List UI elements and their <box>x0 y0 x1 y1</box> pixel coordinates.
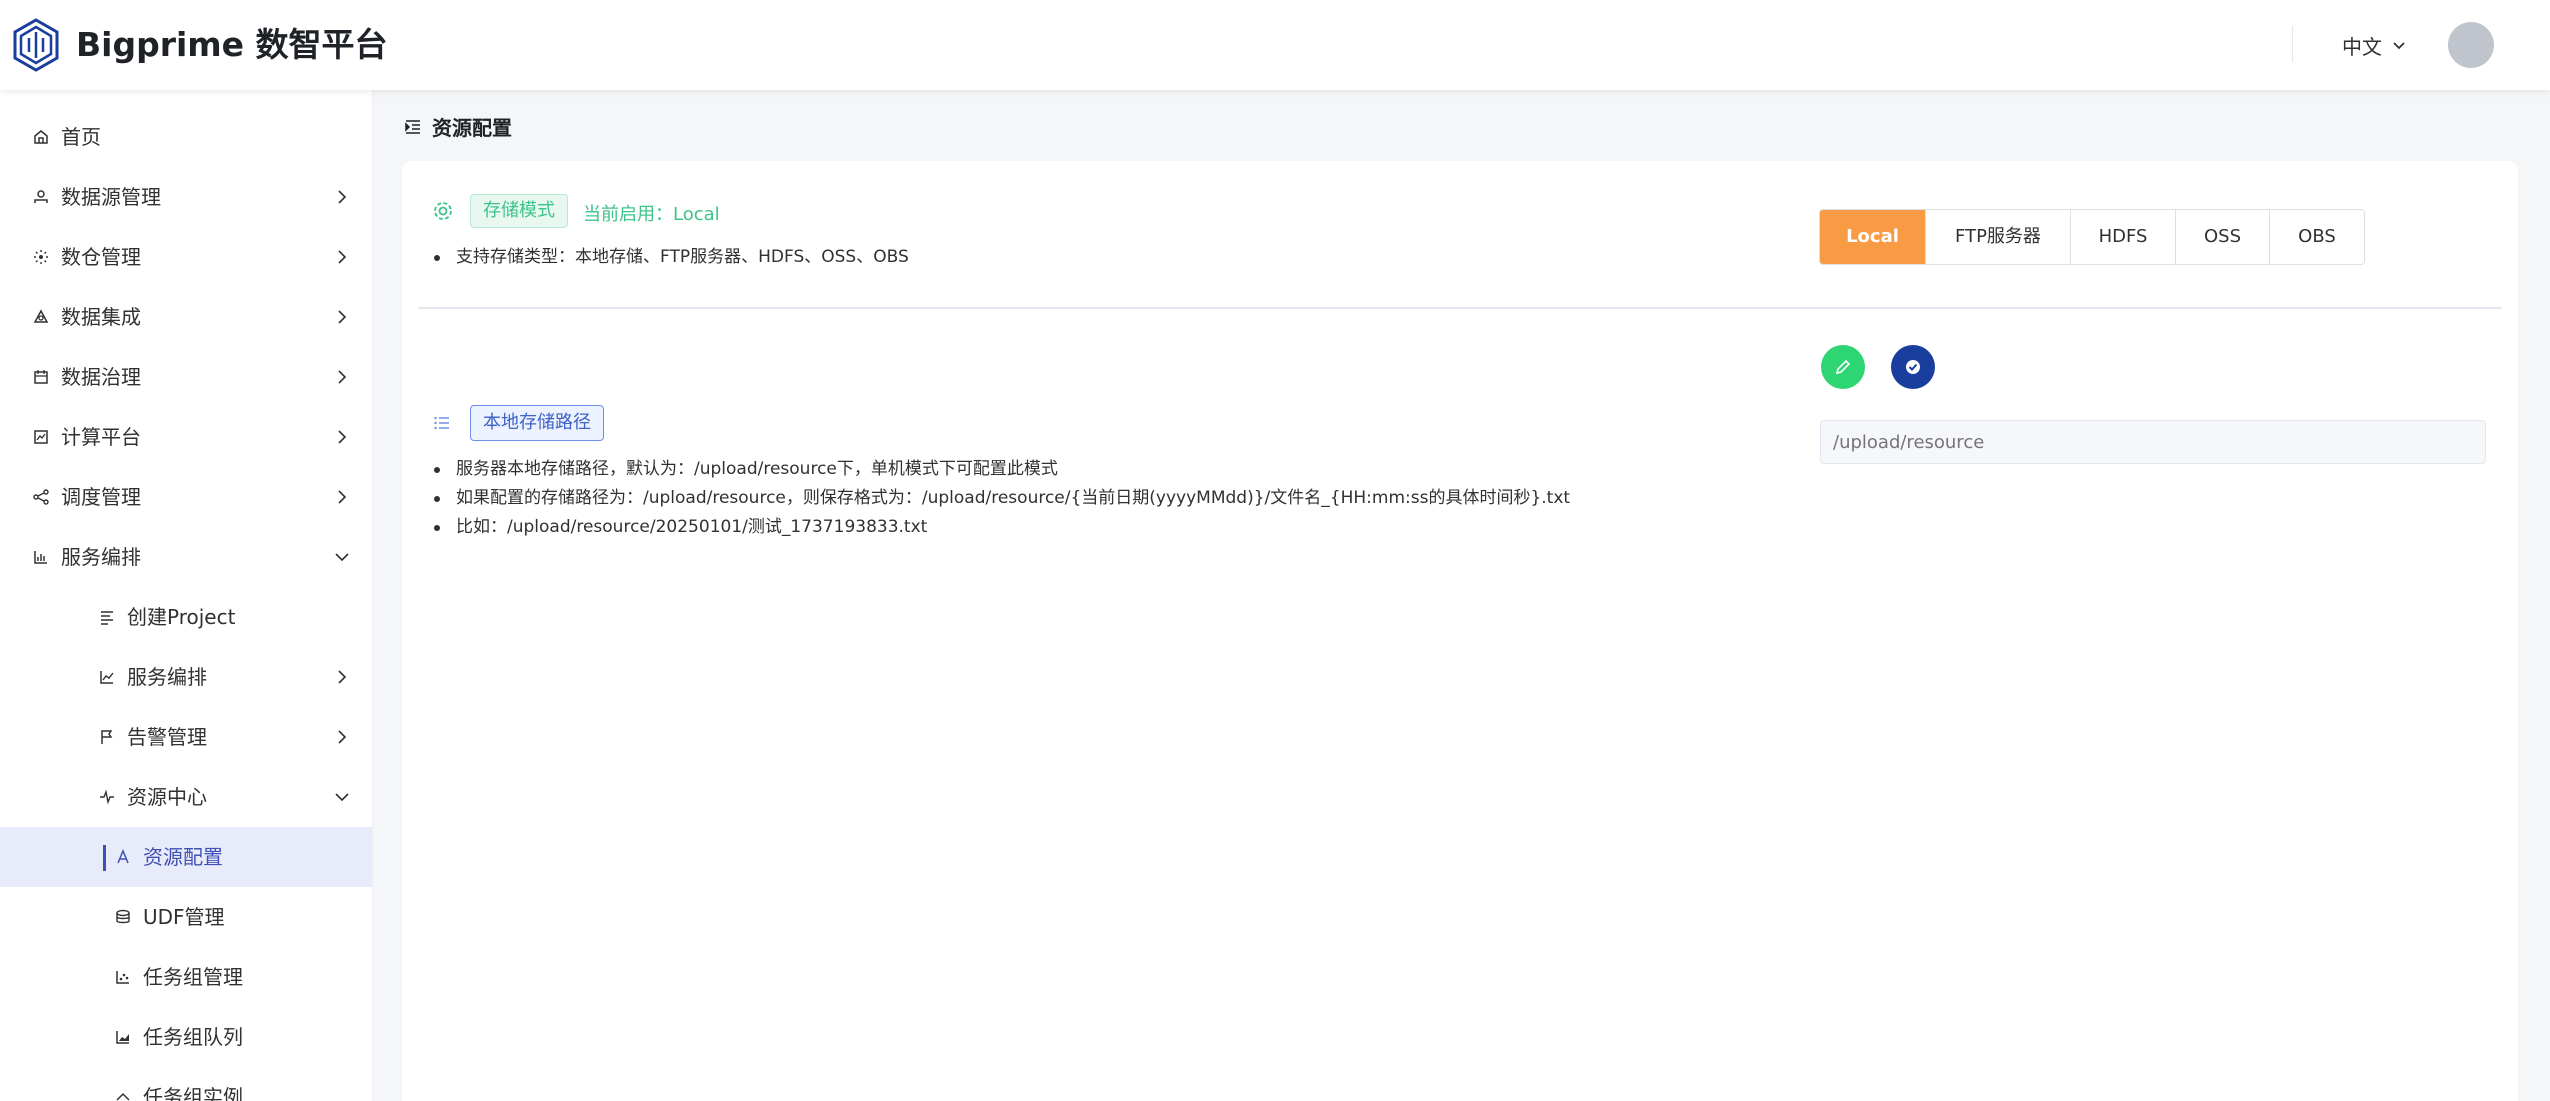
pulse-icon <box>100 789 114 805</box>
list-item: 比如：/upload/resource/20250101/测试_17371938… <box>432 513 1570 542</box>
chevron-down-icon <box>2393 42 2405 50</box>
sidebar-item-label: 服务编排 <box>61 545 141 569</box>
sidebar-item-label: 资源配置 <box>143 845 223 869</box>
list-item: 支持存储类型：本地存储、FTP服务器、HDFS、OSS、OBS <box>432 243 909 272</box>
flag-icon <box>101 730 113 744</box>
check-circle-icon <box>1906 360 1920 374</box>
compute-icon <box>34 430 48 444</box>
indent-icon <box>405 119 420 134</box>
edit-button[interactable] <box>1821 345 1865 389</box>
sidebar-item-label: 任务组实例 <box>143 1085 243 1101</box>
sidebar-item-warehouse[interactable]: 数仓管理 <box>0 227 372 287</box>
storage-path-input[interactable] <box>1820 420 2486 464</box>
text-icon <box>117 849 129 864</box>
chart-icon <box>34 551 47 564</box>
sidebar-item-task-group-manage[interactable]: 任务组管理 <box>0 947 372 1007</box>
mode-obs-button[interactable]: OBS <box>2269 210 2364 264</box>
database-icon <box>116 909 130 924</box>
section-divider <box>418 307 2502 309</box>
sidebar-item-integration[interactable]: 数据集成 <box>0 287 372 347</box>
sidebar-item-udf[interactable]: UDF管理 <box>0 887 372 947</box>
sidebar-item-task-group-queue[interactable]: 任务组队列 <box>0 1007 372 1067</box>
sidebar-item-label: 资源中心 <box>127 785 207 809</box>
sidebar-item-service-orchestration-sub[interactable]: 服务编排 <box>0 647 372 707</box>
top-header: Bigprime 数智平台 中文 <box>0 0 2550 90</box>
chevron-right-icon <box>338 190 347 204</box>
list-item: 如果配置的存储路径为：/upload/resource，则保存格式为：/uplo… <box>432 484 1570 513</box>
sidebar-item-label: 调度管理 <box>61 485 141 509</box>
hexagon-logo-icon[interactable] <box>12 18 60 72</box>
avatar[interactable] <box>2448 22 2494 68</box>
sidebar-item-home[interactable]: 首页 <box>0 107 372 167</box>
list-icon <box>434 416 449 430</box>
chevron-right-icon <box>338 730 347 744</box>
chevron-right-icon <box>338 250 347 264</box>
warehouse-icon <box>34 250 48 264</box>
sidebar-item-label: UDF管理 <box>143 905 225 929</box>
scatter-icon <box>116 971 129 984</box>
sidebar-item-label: 任务组管理 <box>143 965 243 989</box>
sidebar-item-create-project[interactable]: 创建Project <box>0 587 372 647</box>
sidebar-item-label: 创建Project <box>127 605 236 629</box>
sidebar-item-resource-center[interactable]: 资源中心 <box>0 767 372 827</box>
mode-hdfs-button[interactable]: HDFS <box>2070 210 2175 264</box>
sidebar-item-compute[interactable]: 计算平台 <box>0 407 372 467</box>
sidebar-item-schedule[interactable]: 调度管理 <box>0 467 372 527</box>
local-path-tag: 本地存储路径 <box>470 405 604 441</box>
arrow-icon <box>116 1092 130 1101</box>
sidebar: 首页 数据源管理 数仓管理 数据集成 数据治理 计算平台 调度管理 服务编排 创… <box>0 90 373 1101</box>
brand-title: Bigprime 数智平台 <box>76 25 388 64</box>
chevron-right-icon <box>338 430 347 444</box>
mode-ftp-button[interactable]: FTP服务器 <box>1925 210 2070 264</box>
governance-icon <box>34 370 48 384</box>
page-title: 资源配置 <box>404 112 512 141</box>
list-item: 服务器本地存储路径，默认为：/upload/resource下，单机模式下可配置… <box>432 455 1570 484</box>
language-selector[interactable]: 中文 <box>2342 28 2406 62</box>
confirm-button[interactable] <box>1891 345 1935 389</box>
local-path-notes: 服务器本地存储路径，默认为：/upload/resource下，单机模式下可配置… <box>432 455 1570 542</box>
sidebar-item-service-orchestration[interactable]: 服务编排 <box>0 527 372 587</box>
align-icon <box>101 611 113 625</box>
sidebar-item-label: 告警管理 <box>127 725 207 749</box>
sidebar-item-label: 服务编排 <box>127 665 207 689</box>
schedule-icon <box>33 489 49 505</box>
language-label: 中文 <box>2342 34 2382 59</box>
line-chart-icon <box>100 671 114 684</box>
sidebar-item-label: 计算平台 <box>61 425 141 449</box>
mode-local-button[interactable]: Local <box>1820 210 1925 264</box>
sidebar-item-datasource[interactable]: 数据源管理 <box>0 167 372 227</box>
sidebar-item-governance[interactable]: 数据治理 <box>0 347 372 407</box>
storage-mode-tag: 存储模式 <box>470 194 568 228</box>
sidebar-item-label: 数据源管理 <box>61 185 161 209</box>
chevron-right-icon <box>338 670 347 684</box>
pencil-icon <box>1835 359 1851 375</box>
sidebar-item-alerts[interactable]: 告警管理 <box>0 707 372 767</box>
gear-icon <box>434 202 452 220</box>
current-mode-status: 当前启用：Local <box>583 204 720 225</box>
storage-mode-switch: Local FTP服务器 HDFS OSS OBS <box>1819 209 2365 265</box>
home-icon <box>34 130 48 144</box>
sidebar-item-resource-config[interactable]: 资源配置 <box>0 827 372 887</box>
chevron-right-icon <box>338 370 347 384</box>
page-title-text: 资源配置 <box>432 116 512 140</box>
sidebar-item-label: 首页 <box>61 125 101 149</box>
sidebar-item-task-group-instance[interactable]: 任务组实例 <box>0 1067 372 1101</box>
chevron-right-icon <box>338 310 347 324</box>
sidebar-item-label: 数据集成 <box>61 305 141 329</box>
sidebar-item-label: 任务组队列 <box>143 1025 243 1049</box>
integration-icon <box>33 309 49 323</box>
sidebar-item-label: 数仓管理 <box>61 245 141 269</box>
datasource-icon <box>34 190 48 203</box>
header-divider <box>2292 26 2293 62</box>
chevron-right-icon <box>338 490 347 504</box>
sidebar-item-label: 数据治理 <box>61 365 141 389</box>
bar-chart-icon <box>116 1031 129 1044</box>
chevron-down-icon <box>335 553 349 562</box>
chevron-down-icon <box>335 793 349 802</box>
active-indicator <box>103 845 106 871</box>
config-card <box>402 161 2518 1101</box>
mode-oss-button[interactable]: OSS <box>2175 210 2269 264</box>
storage-support-list: 支持存储类型：本地存储、FTP服务器、HDFS、OSS、OBS <box>432 243 909 272</box>
